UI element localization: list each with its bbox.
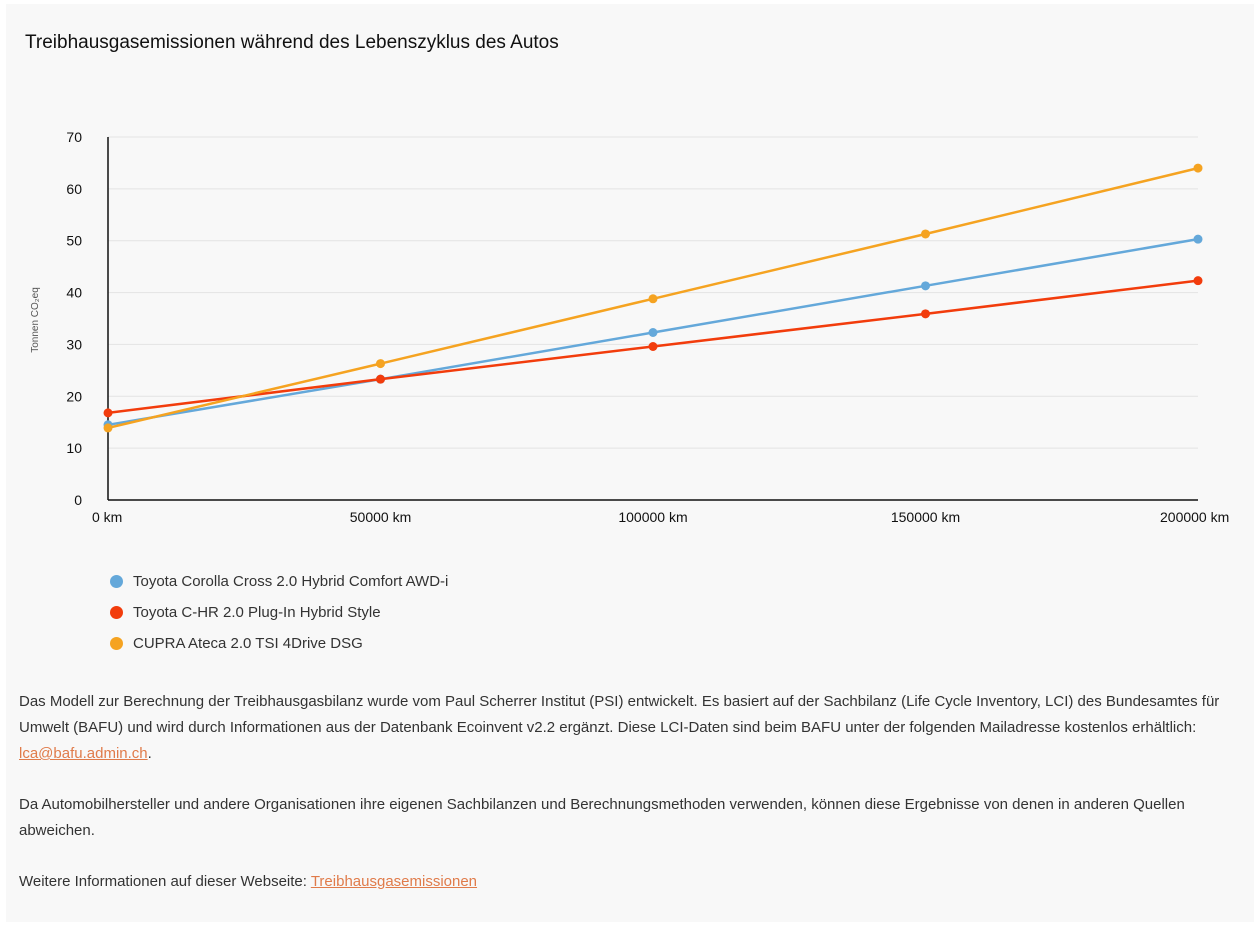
treibhausgas-link[interactable]: Treibhausgasemissionen bbox=[311, 873, 477, 890]
paragraph-model-end: . bbox=[147, 745, 152, 762]
legend: Toyota Corolla Cross 2.0 Hybrid Comfort … bbox=[110, 566, 448, 659]
series-group bbox=[103, 163, 1203, 433]
y-tick-label: 10 bbox=[66, 440, 82, 456]
y-tick-label: 20 bbox=[66, 388, 82, 404]
y-tick-label: 0 bbox=[74, 492, 82, 508]
more-info-text: Weitere Informationen auf dieser Webseit… bbox=[19, 873, 311, 890]
data-point bbox=[1193, 276, 1203, 286]
axes bbox=[107, 137, 1198, 501]
x-tick-label: 100000 km bbox=[618, 509, 687, 525]
grid-lines bbox=[108, 136, 1198, 449]
y-axis-label: Tonnen CO₂eq bbox=[30, 287, 41, 353]
x-axis-ticks: 0 km 50000 km 100000 km 150000 km 200000 km bbox=[92, 509, 1229, 525]
data-point bbox=[648, 328, 658, 338]
y-tick-label: 70 bbox=[66, 129, 82, 145]
y-tick-label: 30 bbox=[66, 336, 82, 352]
data-point bbox=[648, 294, 658, 304]
legend-marker-icon bbox=[110, 637, 123, 650]
legend-marker-icon bbox=[110, 575, 123, 588]
y-tick-label: 40 bbox=[66, 285, 82, 301]
data-point bbox=[921, 281, 930, 291]
data-point bbox=[103, 408, 113, 418]
paragraph-more-info: Weitere Informationen auf dieser Webseit… bbox=[19, 869, 1234, 895]
y-axis-ticks: 0 10 20 30 40 50 60 70 bbox=[66, 129, 82, 508]
legend-item[interactable]: CUPRA Ateca 2.0 TSI 4Drive DSG bbox=[110, 628, 448, 659]
x-tick-label: 150000 km bbox=[891, 509, 960, 525]
y-tick-label: 60 bbox=[66, 181, 82, 197]
data-point bbox=[648, 342, 658, 352]
data-point bbox=[1193, 163, 1203, 173]
paragraph-model: Das Modell zur Berechnung der Treibhausg… bbox=[19, 689, 1234, 767]
email-link[interactable]: lca@bafu.admin.ch bbox=[19, 745, 148, 762]
legend-label: Toyota Corolla Cross 2.0 Hybrid Comfort … bbox=[133, 573, 449, 590]
y-tick-label: 50 bbox=[66, 233, 82, 249]
legend-item[interactable]: Toyota Corolla Cross 2.0 Hybrid Comfort … bbox=[110, 566, 448, 597]
legend-marker-icon bbox=[110, 606, 123, 619]
line-chart: 0 10 20 30 40 50 60 70 0 km 50000 km 100000 km 150… bbox=[30, 129, 1229, 525]
data-point bbox=[376, 374, 385, 384]
data-point bbox=[1193, 234, 1203, 244]
data-point bbox=[921, 309, 930, 319]
legend-item[interactable]: Toyota C-HR 2.0 Plug-In Hybrid Style bbox=[110, 597, 448, 628]
x-tick-label: 50000 km bbox=[350, 509, 411, 525]
legend-label: CUPRA Ateca 2.0 TSI 4Drive DSG bbox=[133, 635, 363, 652]
paragraph-disclaimer: Da Automobilhersteller und andere Organi… bbox=[19, 796, 1185, 839]
series-1 bbox=[103, 234, 1203, 430]
x-tick-label: 200000 km bbox=[1160, 509, 1229, 525]
legend-label: Toyota C-HR 2.0 Plug-In Hybrid Style bbox=[133, 604, 381, 621]
x-tick-label: 0 km bbox=[92, 509, 122, 525]
data-point bbox=[921, 229, 930, 239]
data-point bbox=[376, 359, 385, 369]
paragraph-model-text: Das Modell zur Berechnung der Treibhausg… bbox=[19, 693, 1220, 736]
data-point bbox=[103, 423, 113, 433]
